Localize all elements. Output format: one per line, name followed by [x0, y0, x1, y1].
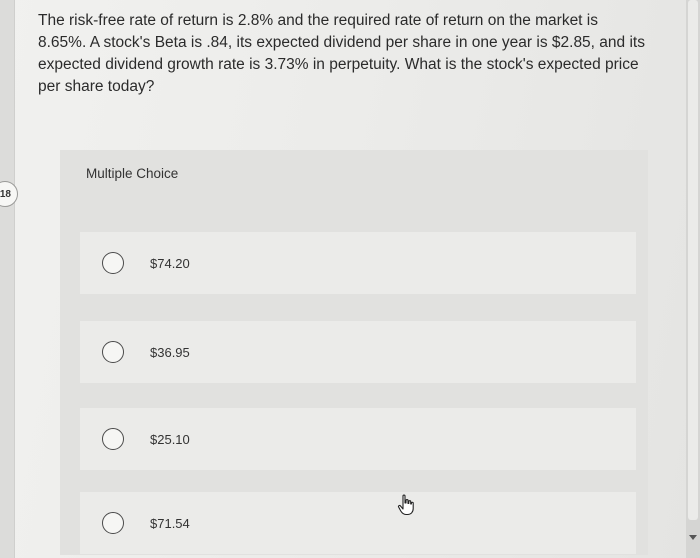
choice-option[interactable]: $25.10 — [80, 408, 636, 470]
left-margin — [0, 0, 15, 558]
choice-label: $36.95 — [150, 344, 190, 360]
choice-option[interactable]: $74.20 — [80, 232, 636, 294]
choice-option[interactable]: $36.95 — [80, 321, 636, 383]
question-number-badge: 18 — [0, 181, 18, 207]
scroll-down-arrow-icon[interactable] — [689, 535, 697, 540]
choice-label: $25.10 — [150, 431, 190, 447]
choice-option[interactable]: $71.54 — [80, 492, 636, 554]
radio-button-icon[interactable] — [102, 252, 124, 274]
hand-pointer-icon — [397, 494, 414, 516]
scrollbar-thumb[interactable] — [688, 0, 698, 520]
page: 18 The risk-free rate of return is 2.8% … — [0, 0, 700, 558]
multiple-choice-panel: Multiple Choice $74.20 $36.95 $25.10 $71… — [60, 150, 648, 555]
scrollbar[interactable] — [686, 0, 700, 558]
radio-button-icon[interactable] — [102, 512, 124, 534]
radio-button-icon[interactable] — [102, 428, 124, 450]
choice-label: $74.20 — [150, 255, 190, 271]
multiple-choice-label: Multiple Choice — [86, 166, 179, 181]
question-text: The risk-free rate of return is 2.8% and… — [38, 12, 645, 95]
question-number: 18 — [0, 188, 11, 200]
choice-label: $71.54 — [150, 515, 190, 531]
radio-button-icon[interactable] — [102, 341, 124, 363]
